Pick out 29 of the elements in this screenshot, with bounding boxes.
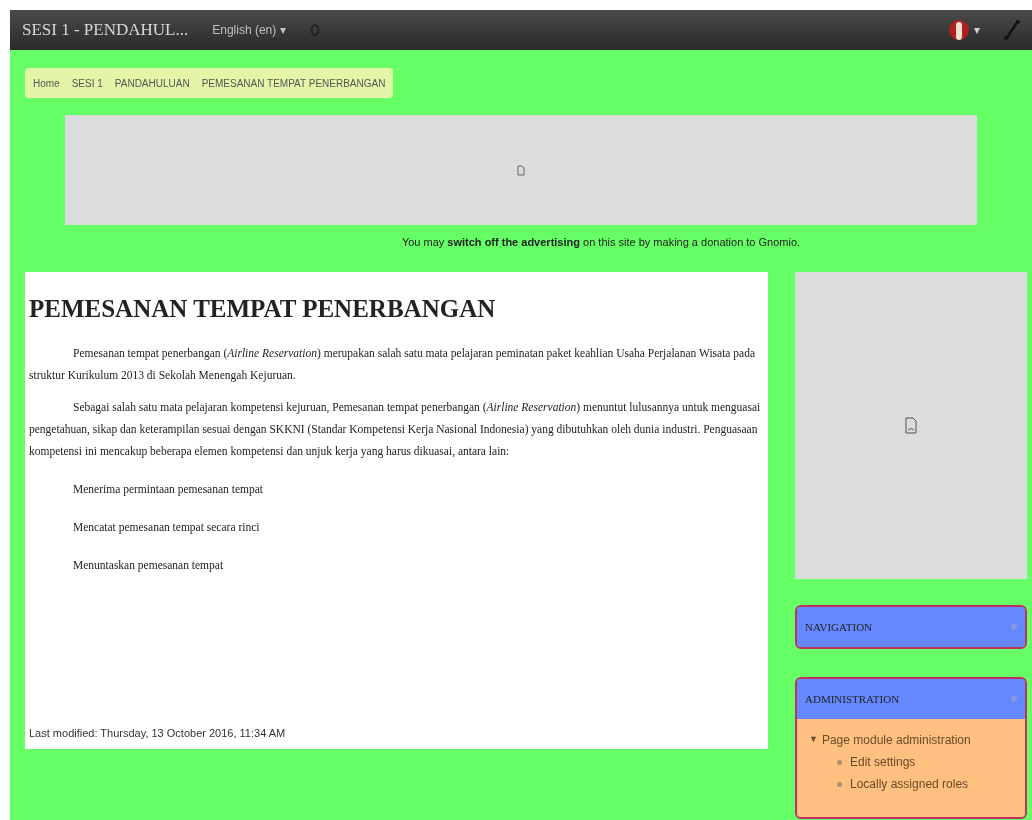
language-menu[interactable]: English (en) ▾ <box>212 21 286 39</box>
ad-notice: You may switch off the advertising on this site by making a donation to Gnomio. <box>401 235 801 250</box>
page-heading: PEMESANAN TEMPAT PENERBANGAN <box>29 294 497 324</box>
block-title[interactable]: NAVIGATION <box>805 618 872 636</box>
breadcrumb-link[interactable]: Home <box>33 75 60 91</box>
broken-image-icon <box>905 417 917 434</box>
paragraph: Sebagai salah satu mata pelajaran kompetensi kejuruan, Pemesanan tempat penerbangan (Airline Reservation) menuntut lulusannya untuk menguasai pengetahuan, sikap dan keterampilan sesuai dengan SKKNI (Standar Kompetensi Kerja Nasional Indonesia) yang dibutuhkan oleh dunia industri. Penguasaan kompetensi ini mencakup beberapa elemen kompetensi dan unjuk kerja yang harus dikuasai, antara lain: <box>29 399 762 460</box>
list-item: Menerima permintaan pemesanan tempat <box>72 481 264 498</box>
expand-icon[interactable] <box>1004 19 1020 41</box>
site-title[interactable]: SESI 1 - PENDAHUL... <box>22 17 189 43</box>
paragraph: Pemesanan tempat penerbangan (Airline Reservation) merupakan salah satu mata pelajaran peminatan paket keahlian Usaha Perjalanan Wisata pada struktur Kurikulum 2013 di Sekolah Menengah Kejuruan. <box>29 345 757 384</box>
last-modified: Last modified: Thursday, 13 October 2016, 11:34 AM <box>29 725 287 741</box>
caret-icon: ▼ <box>809 733 818 747</box>
tree-item[interactable]: Edit settings <box>850 753 916 771</box>
list-item: Mencatat pemesanan tempat secara rinci <box>72 519 261 536</box>
breadcrumb-link[interactable]: SESI 1 <box>71 75 103 91</box>
avatar-icon[interactable] <box>948 18 970 42</box>
collapse-icon[interactable] <box>1011 696 1017 702</box>
breadcrumb-link[interactable]: PEMESANAN TEMPAT PENERBANGAN <box>201 75 386 91</box>
tree-item[interactable]: Page module administration <box>821 731 971 749</box>
bullet-icon <box>837 759 842 765</box>
block-title[interactable]: ADMINISTRATION <box>805 690 900 708</box>
broken-image-icon <box>517 164 525 176</box>
user-menu-caret[interactable]: ▾ <box>974 21 980 39</box>
list-item: Menuntaskan pemesanan tempat <box>72 557 225 574</box>
breadcrumb-link[interactable]: PANDAHULUAN <box>114 75 190 91</box>
tree-item[interactable]: Locally assigned roles <box>850 775 969 793</box>
collapse-icon[interactable] <box>1011 624 1017 630</box>
bullet-icon <box>837 781 842 787</box>
